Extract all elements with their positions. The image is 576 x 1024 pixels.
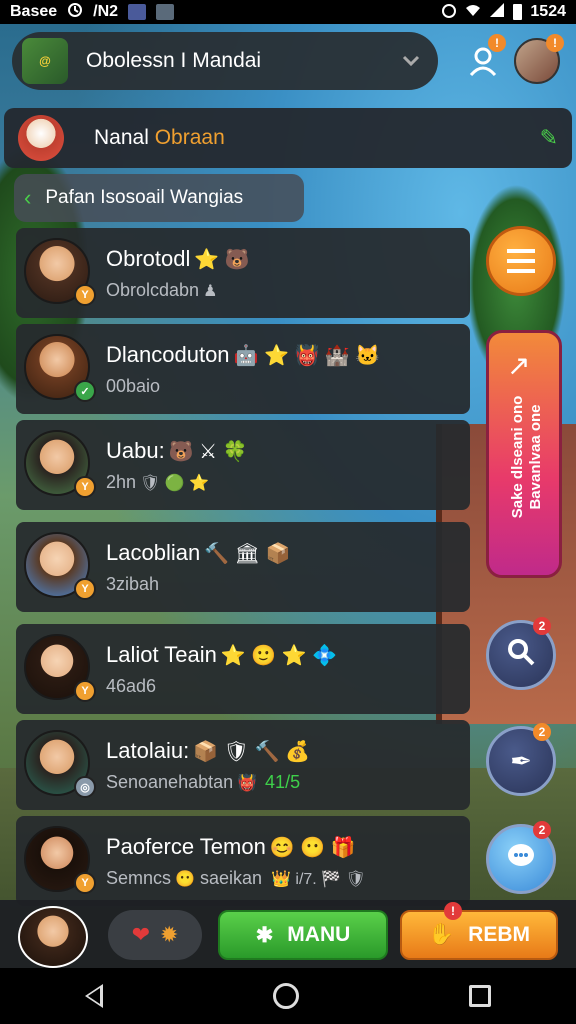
rank-badge: Y [74, 872, 96, 894]
chat-bubble-button[interactable]: 2 [486, 821, 556, 894]
contact-status: 2hn 🛡 🟢 ⭐ [106, 472, 210, 492]
contact-status: 3zibah [106, 574, 160, 594]
channel-name: Nanal Obraan [94, 126, 225, 150]
wifi-icon [465, 2, 481, 23]
rebm-label: REBM [468, 923, 530, 946]
compose-button[interactable]: ✒ 2 [486, 723, 556, 796]
alarm-icon [441, 2, 457, 23]
rank-badge: Y [74, 680, 96, 702]
contact-row[interactable]: Y Obrotodl ⭐ 🐻 Obrolcdabn ♟ [16, 228, 470, 318]
contact-status: Obrolcdabn ♟ [106, 280, 218, 300]
edit-pencil-icon[interactable]: ✎ [540, 125, 558, 151]
contact-status: Semncs 😶 saeikan 👑 i/7. 🏁 🛡 [106, 868, 366, 888]
contact-name: Laliot Teain ⭐ 🙂 ⭐ 💠 [106, 642, 338, 667]
contact-row[interactable]: Y Paoferce Temon 😊 😶 🎁 Semncs 😶 saeikan 👑 … [16, 816, 470, 906]
my-avatar[interactable] [18, 906, 88, 968]
image-icon [156, 4, 175, 20]
contact-status: 46ad6 [106, 676, 157, 696]
contact-name: Obrotodl ⭐ 🐻 [106, 246, 250, 271]
back-arrow-icon[interactable]: ‹ [24, 185, 31, 211]
rebm-button[interactable]: ✋ REBM ! [400, 902, 558, 960]
battery-icon [513, 4, 523, 20]
chat-bubble-icon [505, 841, 537, 878]
contact-status: 00baio [106, 376, 161, 396]
channel-name-highlight: Obraan [154, 126, 225, 149]
contact-name: Uabu: 🐻 ⚔ 🍀 [106, 438, 248, 463]
carrier-label: Basee [10, 3, 58, 20]
signal-icon [489, 2, 505, 23]
compose-badge: 2 [533, 723, 551, 741]
profile-avatar-button[interactable]: ! [514, 34, 564, 84]
clock: 1524 [530, 3, 566, 20]
group-avatar[interactable]: @ [22, 38, 68, 84]
breadcrumb[interactable]: ‹ Pafan Isosoail Wangias [14, 174, 304, 222]
contact-name: Lacoblian 🔨 🏛 📦 [106, 540, 291, 565]
rank-badge: ◎ [74, 776, 96, 798]
sync-icon [67, 2, 83, 23]
menu-icon [507, 249, 535, 273]
feather-pen-icon: ✒ [510, 745, 532, 776]
channel-name-prefix: Nanal [94, 126, 149, 149]
chevron-down-icon[interactable] [402, 51, 420, 72]
contact-status: Senoanehabtan 👹 41/5 [106, 772, 301, 792]
rank-badge: Y [74, 284, 96, 306]
rebm-badge: ! [444, 902, 462, 920]
heart-icon: ❤ [131, 922, 150, 947]
search-button[interactable]: 2 [486, 617, 556, 690]
search-badge: 2 [533, 617, 551, 635]
contact-row[interactable]: Y Laliot Teain ⭐ 🙂 ⭐ 💠 46ad6 [16, 624, 470, 714]
hand-icon: ✋ [428, 923, 455, 946]
contact-row[interactable]: ◎ Latolaiu: 📦 🛡 🔨 💰 Senoanehabtan 👹 41/5 [16, 720, 470, 810]
gear-icon: ✹ [160, 922, 179, 947]
app-icon [128, 4, 147, 20]
event-banner[interactable]: ↗ Sake dlseani ono Bavanlvaa one [486, 330, 562, 578]
friend-requests-button[interactable]: ! [460, 34, 506, 84]
back-nav-icon[interactable] [85, 984, 103, 1008]
rank-badge: Y [74, 578, 96, 600]
contact-name: Latolaiu: 📦 🛡 🔨 💰 [106, 738, 310, 763]
manu-label: MANU [287, 923, 351, 946]
contact-name: Paoferce Temon 😊 😶 🎁 [106, 834, 356, 859]
status-bar: Basee /N2 1524 [0, 0, 576, 24]
profile-badge: ! [546, 34, 564, 52]
menu-button[interactable] [486, 226, 556, 296]
status-emoji: ⭐ 🐻 [194, 249, 250, 271]
channel-bar[interactable]: Nanal Obraan ✎ [4, 108, 572, 168]
event-banner-text: Sake dlseani ono Bavanlvaa one [509, 395, 544, 519]
arrow-icon: ↗ [507, 350, 531, 381]
breadcrumb-label: Pafan Isosoail Wangias [45, 187, 244, 208]
contact-row[interactable]: Y Lacoblian 🔨 🏛 📦 3zibah [16, 522, 470, 612]
reactions-button[interactable]: ❤ ✹ [108, 910, 202, 960]
rank-badge: Y [74, 476, 96, 498]
manu-button[interactable]: ✱ MANU [218, 910, 388, 960]
chat-badge: 2 [533, 821, 551, 839]
contact-row[interactable]: Y Uabu: 🐻 ⚔ 🍀 2hn 🛡 🟢 ⭐ [16, 420, 470, 510]
sparkle-icon: ✱ [255, 923, 274, 947]
channel-avatar [18, 115, 64, 161]
search-icon [506, 637, 536, 674]
network-label: /N2 [93, 3, 119, 20]
group-tag: @ [39, 54, 51, 68]
rank-badge: ✓ [74, 380, 96, 402]
group-header[interactable]: @ Obolessn I Mandai [12, 32, 438, 90]
recents-nav-icon[interactable] [469, 985, 491, 1007]
contact-name: Dlancoduton 🤖 ⭐ 👹 🏰 🐱 [106, 342, 381, 367]
home-nav-icon[interactable] [273, 983, 299, 1009]
system-nav-bar [0, 968, 576, 1024]
friend-badge: ! [488, 34, 506, 52]
contact-row[interactable]: ✓ Dlancoduton 🤖 ⭐ 👹 🏰 🐱 00baio [16, 324, 470, 414]
group-title: Obolessn I Mandai [86, 49, 262, 72]
